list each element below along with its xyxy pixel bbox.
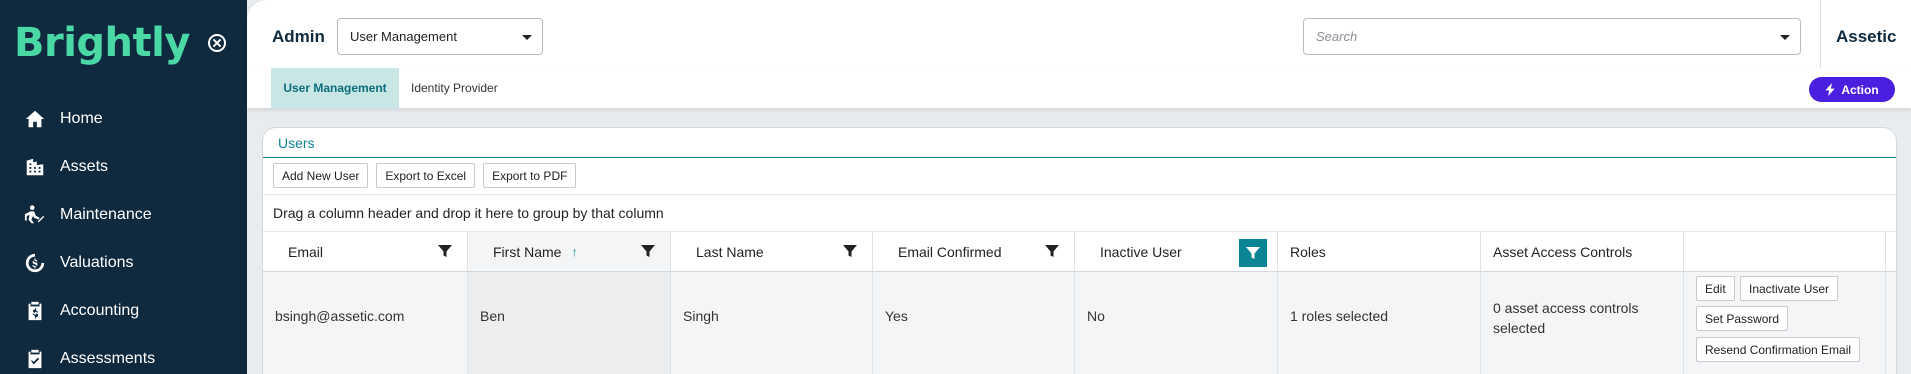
- column-label: Roles: [1290, 243, 1326, 260]
- sidebar-item-valuations[interactable]: Valuations: [0, 239, 247, 287]
- dollar-gear-icon: [24, 252, 46, 274]
- column-label: Email Confirmed: [898, 243, 1002, 260]
- sort-ascending-icon[interactable]: ↑: [571, 245, 577, 259]
- search-input[interactable]: [1303, 18, 1801, 55]
- clipboard-check-icon: [24, 348, 46, 370]
- sidebar-item-label: Valuations: [60, 254, 134, 271]
- sub-tabs: User Management Identity Provider Action: [247, 68, 1911, 108]
- cell-last-name: Singh: [671, 272, 873, 374]
- section-title: Admin: [272, 27, 325, 46]
- clipboard-dollar-icon: [24, 300, 46, 322]
- sidebar-item-accounting[interactable]: Accounting: [0, 287, 247, 335]
- building-icon: [24, 156, 46, 178]
- column-header-inactive-user[interactable]: Inactive User: [1075, 232, 1278, 271]
- column-header-asset-access-controls[interactable]: Asset Access Controls: [1481, 232, 1684, 271]
- export-excel-button[interactable]: Export to Excel: [376, 163, 476, 188]
- search-field[interactable]: [1316, 29, 1776, 44]
- lightning-icon: [1825, 83, 1836, 96]
- column-label: Asset Access Controls: [1493, 243, 1633, 260]
- column-label: Inactive User: [1100, 243, 1182, 260]
- chevron-down-icon[interactable]: [1780, 35, 1790, 40]
- column-label: First Name: [493, 243, 562, 260]
- sidebar: Brightly Home Assets Maintenance Valuati…: [0, 0, 247, 374]
- cell-roles: 1 roles selected: [1278, 272, 1481, 374]
- sidebar-item-label: Accounting: [60, 302, 140, 319]
- chevron-down-icon: [522, 35, 532, 40]
- cell-email-confirmed: Yes: [873, 272, 1075, 374]
- sidebar-nav: Home Assets Maintenance Valuations Accou…: [0, 95, 247, 374]
- group-hint: Drag a column header and drop it here to…: [273, 205, 664, 221]
- cell-actions: Edit Inactivate User Set Password Resend…: [1684, 272, 1886, 374]
- edit-button[interactable]: Edit: [1696, 276, 1735, 301]
- export-pdf-button[interactable]: Export to PDF: [483, 163, 577, 188]
- set-password-button[interactable]: Set Password: [1696, 306, 1789, 331]
- tab-user-management[interactable]: User Management: [271, 68, 399, 108]
- logo-row: Brightly: [14, 20, 226, 66]
- top-header: Admin User Management Assetic: [247, 0, 1911, 68]
- grid-toolbar: Add New User Export to Excel Export to P…: [273, 163, 577, 188]
- column-label: Last Name: [696, 243, 764, 260]
- column-header-actions: [1684, 232, 1886, 271]
- add-new-user-button[interactable]: Add New User: [273, 163, 369, 188]
- panel-title[interactable]: Users: [278, 135, 315, 151]
- grid-header: Email First Name ↑ Last Name Email Confi…: [263, 232, 1896, 272]
- sidebar-item-assets[interactable]: Assets: [0, 143, 247, 191]
- filter-icon[interactable]: [437, 243, 453, 259]
- sidebar-item-label: Maintenance: [60, 206, 152, 223]
- home-icon: [24, 108, 46, 130]
- sidebar-item-home[interactable]: Home: [0, 95, 247, 143]
- module-select-value: User Management: [350, 29, 457, 44]
- header-divider: [1820, 0, 1821, 68]
- cell-email: bsingh@assetic.com: [263, 272, 468, 374]
- worker-icon: [24, 204, 46, 226]
- column-header-last-name[interactable]: Last Name: [671, 232, 873, 271]
- action-button[interactable]: Action: [1809, 77, 1895, 102]
- inactivate-user-button[interactable]: Inactivate User: [1740, 276, 1839, 301]
- filter-icon[interactable]: [640, 243, 656, 259]
- cell-first-name: Ben: [468, 272, 671, 374]
- column-label: Email: [288, 243, 324, 260]
- sidebar-item-label: Assets: [60, 158, 109, 175]
- column-header-email[interactable]: Email: [263, 232, 468, 271]
- cell-asset-access: 0 asset access controls selected: [1481, 272, 1684, 374]
- filter-icon[interactable]: [1044, 243, 1060, 259]
- column-header-email-confirmed[interactable]: Email Confirmed: [873, 232, 1075, 271]
- filter-icon[interactable]: [842, 243, 858, 259]
- cell-inactive-user: No: [1075, 272, 1278, 374]
- column-header-first-name[interactable]: First Name ↑: [468, 232, 671, 271]
- sidebar-item-assessments[interactable]: Assessments: [0, 335, 247, 374]
- table-row[interactable]: bsingh@assetic.com Ben Singh Yes No 1 ro…: [263, 272, 1896, 374]
- tenant-name[interactable]: Assetic: [1836, 27, 1896, 47]
- brand-logo[interactable]: Brightly: [14, 20, 190, 66]
- resend-confirmation-email-button[interactable]: Resend Confirmation Email: [1696, 337, 1861, 362]
- action-button-label: Action: [1841, 82, 1879, 97]
- sidebar-item-label: Home: [60, 110, 103, 127]
- collapse-sidebar-icon[interactable]: [207, 34, 226, 52]
- sidebar-item-maintenance[interactable]: Maintenance: [0, 191, 247, 239]
- module-select[interactable]: User Management: [337, 18, 543, 55]
- sidebar-item-label: Assessments: [60, 350, 156, 367]
- tab-identity-provider[interactable]: Identity Provider: [399, 68, 510, 108]
- column-header-roles[interactable]: Roles: [1278, 232, 1481, 271]
- users-panel: Users Add New User Export to Excel Expor…: [262, 127, 1897, 374]
- group-drop-zone[interactable]: Drag a column header and drop it here to…: [263, 194, 1896, 232]
- panel-title-underline: [263, 157, 1896, 158]
- active-filter-icon[interactable]: [1239, 239, 1267, 267]
